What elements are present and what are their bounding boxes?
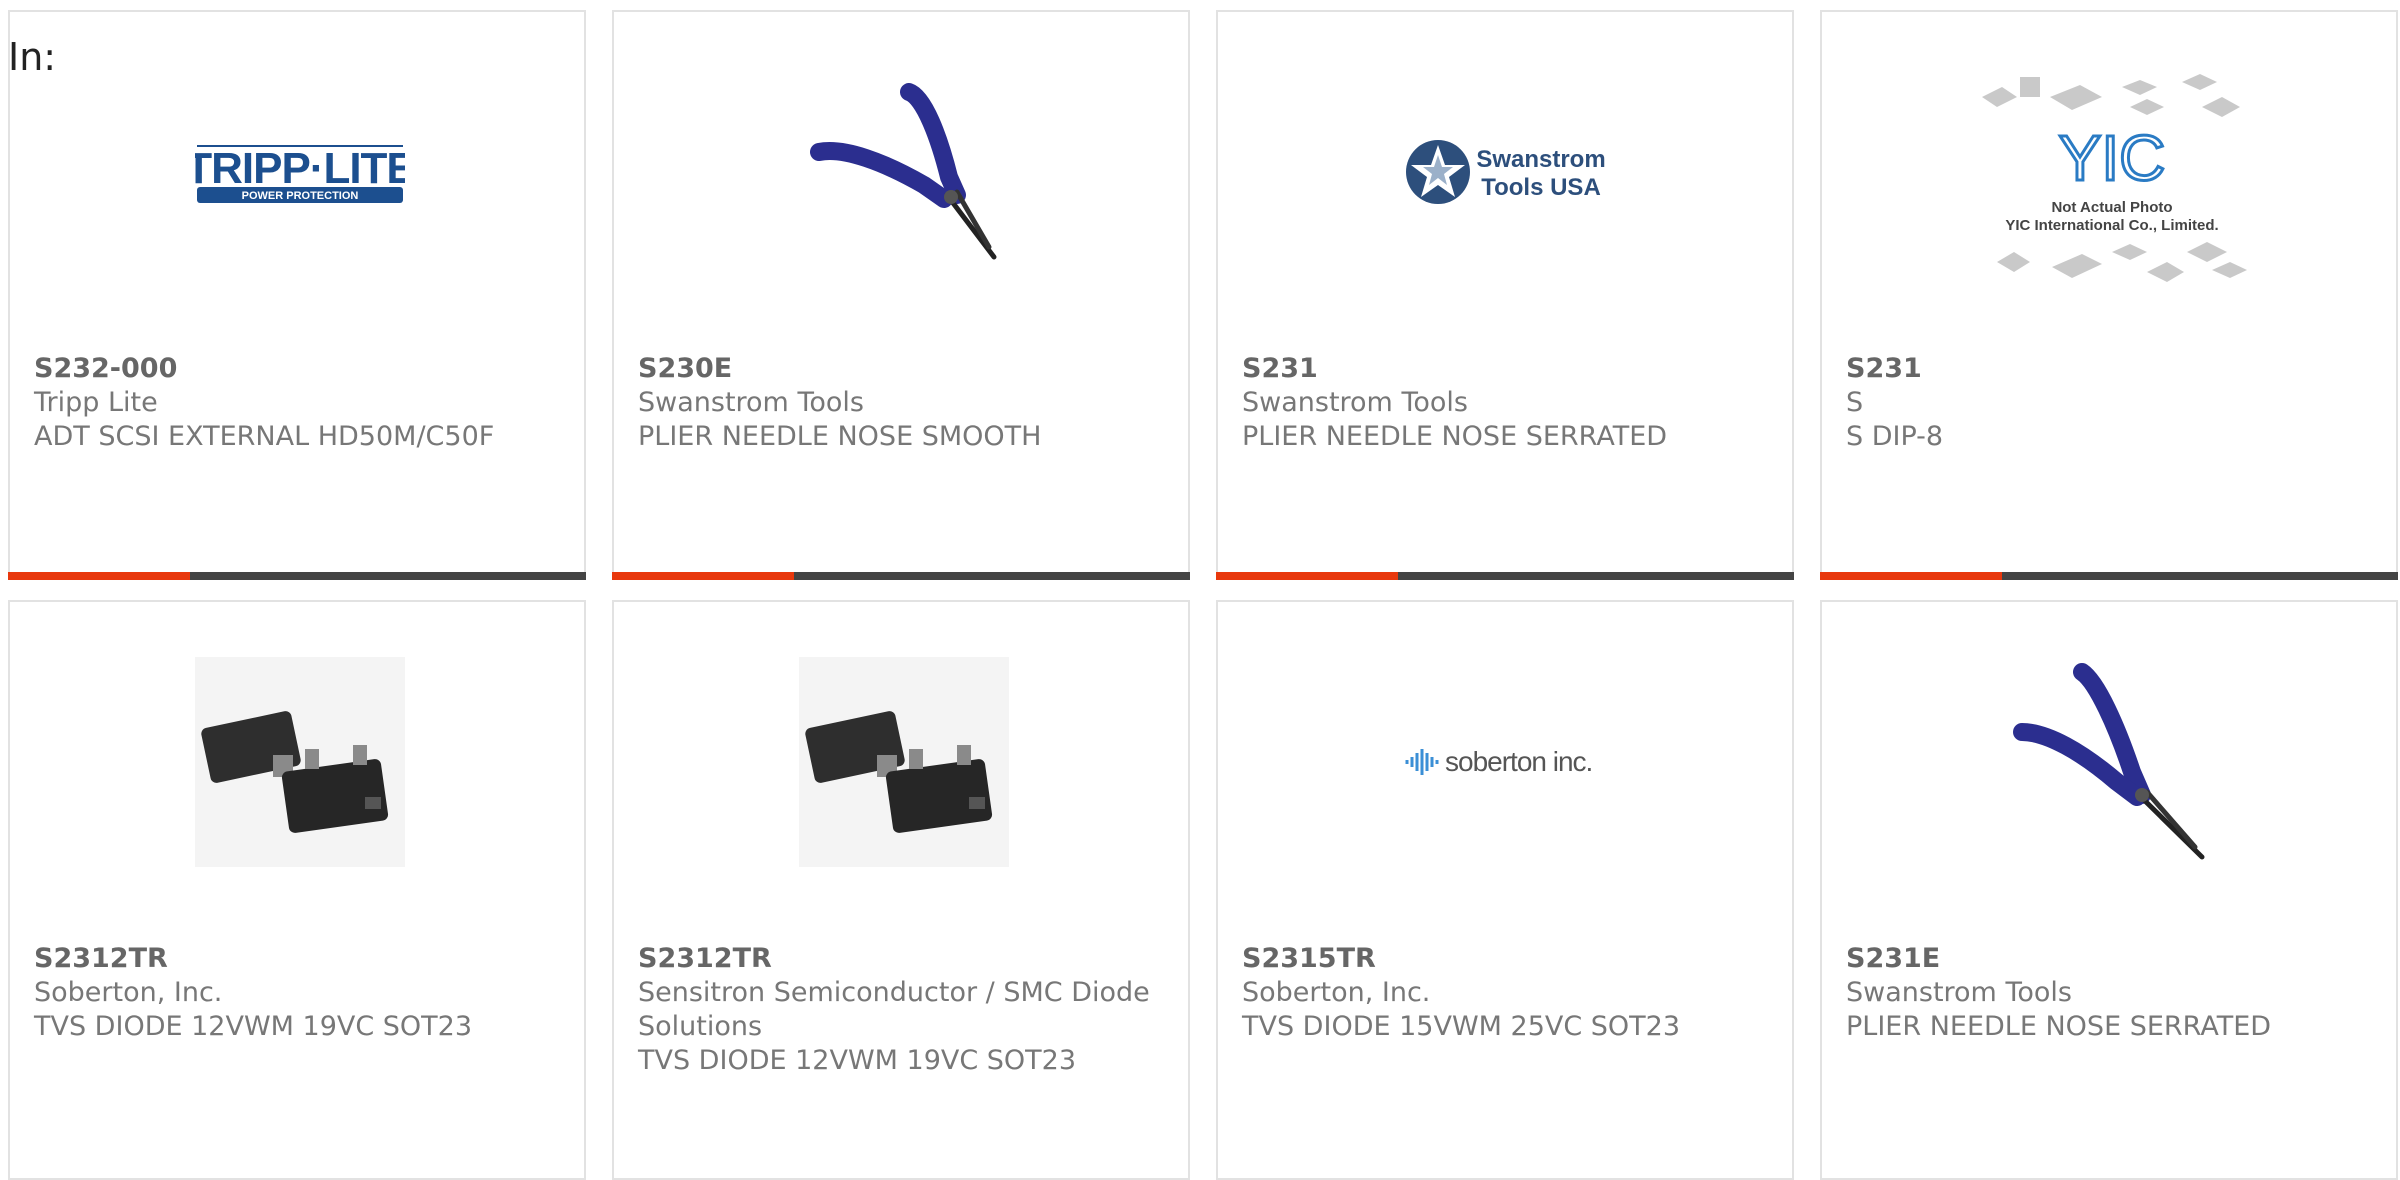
needle-nose-plier-photo [799, 67, 1009, 277]
card-accent-bar [8, 572, 586, 580]
description: PLIER NEEDLE NOSE SMOOTH [638, 421, 1042, 452]
part-number[interactable]: S2312TR [638, 942, 1168, 976]
svg-text:YIC: YIC [2059, 122, 2166, 194]
manufacturer: Swanstrom Tools [1242, 387, 1468, 418]
filter-label: In: [8, 35, 57, 79]
manufacturer: Soberton, Inc. [34, 977, 223, 1008]
manufacturer: S [1846, 387, 1864, 418]
manufacturer: Swanstrom Tools [1846, 977, 2072, 1008]
svg-text:YIC International Co., Limited: YIC International Co., Limited. [2005, 217, 2218, 234]
soberton-logo: soberton inc. [1403, 657, 1613, 867]
product-card[interactable]: S2312TR Sensitron Semiconductor / SMC Di… [612, 600, 1190, 1180]
description: TVS DIODE 12VWM 19VC SOT23 [34, 1011, 473, 1042]
part-number[interactable]: S232-000 [34, 352, 564, 386]
product-card[interactable]: S230E Swanstrom Tools PLIER NEEDLE NOSE … [612, 10, 1190, 580]
part-number[interactable]: S231 [1242, 352, 1772, 386]
sot23-package-photo [799, 657, 1009, 867]
manufacturer: Tripp Lite [34, 387, 158, 418]
svg-text:Not Actual Photo: Not Actual Photo [2051, 199, 2172, 216]
yic-placeholder-image: YIC Not Actual Photo YIC International C… [1972, 52, 2252, 302]
description: S DIP-8 [1846, 421, 1944, 452]
product-card[interactable]: YIC Not Actual Photo YIC International C… [1820, 10, 2398, 580]
product-card[interactable]: S231E Swanstrom Tools PLIER NEEDLE NOSE … [1820, 600, 2398, 1180]
svg-text:POWER PROTECTION: POWER PROTECTION [242, 190, 359, 202]
svg-text:Swanstrom: Swanstrom [1476, 146, 1605, 173]
part-number[interactable]: S230E [638, 352, 1168, 386]
part-number[interactable]: S231E [1846, 942, 2376, 976]
needle-nose-plier-photo [2007, 657, 2217, 867]
card-accent-bar [612, 572, 1190, 580]
svg-text:TRIPP·LITE: TRIPP·LITE [195, 144, 405, 193]
manufacturer: Soberton, Inc. [1242, 977, 1431, 1008]
description: PLIER NEEDLE NOSE SERRATED [1242, 421, 1668, 452]
manufacturer: Sensitron Semiconductor / SMC Diode Solu… [638, 977, 1150, 1042]
product-card[interactable]: Swanstrom Tools USA S231 Swanstrom Tools… [1216, 10, 1794, 580]
product-card[interactable]: soberton inc. S2315TR Soberton, Inc. TVS… [1216, 600, 1794, 1180]
manufacturer: Swanstrom Tools [638, 387, 864, 418]
part-number[interactable]: S2315TR [1242, 942, 1772, 976]
product-card[interactable]: S2312TR Soberton, Inc. TVS DIODE 12VWM 1… [8, 600, 586, 1180]
product-grid: TRIPP·LITE POWER PROTECTION S232-000 Tri… [0, 0, 2400, 1180]
part-number[interactable]: S231 [1846, 352, 2376, 386]
svg-text:soberton inc.: soberton inc. [1445, 746, 1592, 777]
part-number[interactable]: S2312TR [34, 942, 564, 976]
product-card[interactable]: TRIPP·LITE POWER PROTECTION S232-000 Tri… [8, 10, 586, 580]
description: TVS DIODE 12VWM 19VC SOT23 [638, 1045, 1077, 1076]
description: ADT SCSI EXTERNAL HD50M/C50F [34, 421, 495, 452]
description: PLIER NEEDLE NOSE SERRATED [1846, 1011, 2272, 1042]
sot23-package-photo [195, 657, 405, 867]
description: TVS DIODE 15VWM 25VC SOT23 [1242, 1011, 1681, 1042]
swanstrom-logo: Swanstrom Tools USA [1403, 67, 1613, 277]
svg-text:Tools USA: Tools USA [1481, 174, 1601, 201]
tripp-lite-logo: TRIPP·LITE POWER PROTECTION [195, 67, 405, 277]
card-accent-bar [1216, 572, 1794, 580]
card-accent-bar [1820, 572, 2398, 580]
